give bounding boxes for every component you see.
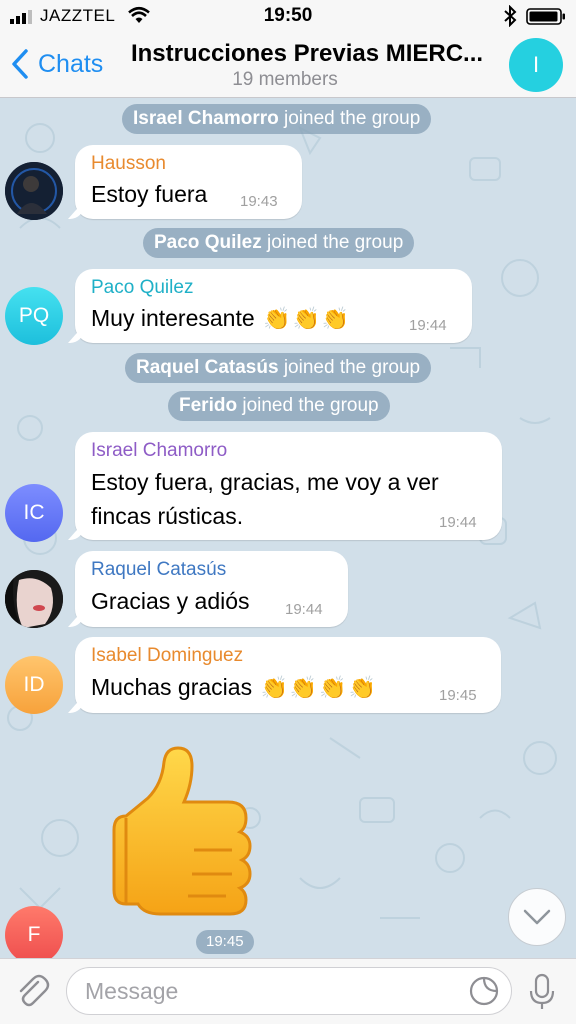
chat-title[interactable]: Instrucciones Previas MIERC... [120, 40, 494, 68]
clapping-hands-icon: 👏 [348, 675, 377, 700]
message-time: 19:43 [240, 193, 278, 210]
message-text: Muy interesante 👏👏👏 [91, 305, 350, 331]
service-message: Raquel Catasús joined the group [125, 353, 432, 383]
service-message: Ferido joined the group [168, 391, 390, 421]
avatar[interactable]: ID [5, 656, 63, 714]
message-bubble[interactable]: Hausson Estoy fuera 19:43 [75, 145, 302, 219]
sticker-icon[interactable] [468, 975, 500, 1007]
chevron-left-icon [12, 49, 28, 79]
scroll-to-bottom-button[interactable] [508, 888, 566, 946]
chat-history[interactable]: Israel Chamorro joined the group Hausson… [0, 98, 576, 958]
thumbs-up-sticker[interactable] [96, 746, 264, 916]
message-bubble[interactable]: Paco Quilez Muy interesante 👏👏👏 19:44 [75, 269, 472, 343]
chat-header: Chats Instrucciones Previas MIERC... 19 … [0, 32, 576, 98]
message-text-line: fincas rústicas. [91, 503, 244, 529]
message-bubble[interactable]: Isabel Dominguez Muchas gracias 👏👏👏👏 19:… [75, 637, 501, 713]
sender-name: Israel Chamorro [91, 440, 228, 461]
status-bar: JAZZTEL 19:50 [0, 0, 576, 32]
message-text-line: Estoy fuera, gracias, me voy a ver [91, 469, 439, 495]
message-time: 19:44 [439, 514, 477, 531]
sender-name: Isabel Dominguez [91, 645, 244, 666]
avatar[interactable] [5, 162, 63, 220]
message-bubble[interactable]: Raquel Catasús Gracias y adiós 19:44 [75, 551, 348, 627]
clapping-hands-icon: 👏 [292, 306, 320, 331]
clapping-hands-icon: 👏 [263, 306, 291, 331]
sender-name: Raquel Catasús [91, 559, 227, 580]
group-avatar[interactable]: I [509, 38, 563, 92]
sticker-time: 19:45 [196, 930, 254, 954]
back-button[interactable]: Chats [10, 46, 103, 82]
sender-name: Hausson [91, 153, 166, 174]
avatar-initials: IC [23, 501, 45, 524]
clapping-hands-icon: 👏 [260, 675, 288, 700]
battery-icon [526, 8, 565, 25]
microphone-icon[interactable] [528, 973, 556, 1011]
group-avatar-initial: I [532, 52, 540, 77]
chevron-down-icon [523, 909, 551, 925]
avatar-initials: F [27, 923, 41, 946]
avatar-photo [5, 570, 63, 628]
clapping-hands-icon: 👏 [321, 306, 350, 331]
avatar[interactable]: F [5, 906, 63, 958]
bluetooth-icon [504, 5, 517, 27]
message-composer [0, 958, 576, 1024]
service-message: Paco Quilez joined the group [143, 228, 415, 258]
message-input[interactable] [66, 967, 512, 1015]
avatar-photo [5, 162, 63, 220]
sender-name: Paco Quilez [91, 277, 194, 298]
message-time: 19:44 [409, 317, 447, 334]
clock: 19:50 [263, 5, 313, 26]
avatar[interactable] [5, 570, 63, 628]
message-bubble[interactable]: Israel Chamorro Estoy fuera, gracias, me… [75, 432, 502, 540]
avatar[interactable]: IC [5, 484, 63, 542]
clapping-hands-icon: 👏 [289, 675, 318, 700]
paperclip-icon[interactable] [14, 973, 50, 1009]
member-count: 19 members [232, 69, 338, 90]
back-label: Chats [38, 49, 104, 78]
message-time: 19:44 [285, 601, 323, 618]
clapping-hands-icon: 👏 [319, 675, 347, 700]
message-time: 19:45 [439, 687, 477, 704]
message-text: Gracias y adiós [91, 588, 250, 614]
avatar-initials: PQ [18, 304, 50, 327]
service-message: Israel Chamorro joined the group [122, 104, 432, 134]
avatar-initials: ID [23, 673, 45, 696]
avatar[interactable]: PQ [5, 287, 63, 345]
message-text: Muchas gracias 👏👏👏👏 [91, 674, 377, 700]
message-text: Estoy fuera [91, 181, 208, 207]
